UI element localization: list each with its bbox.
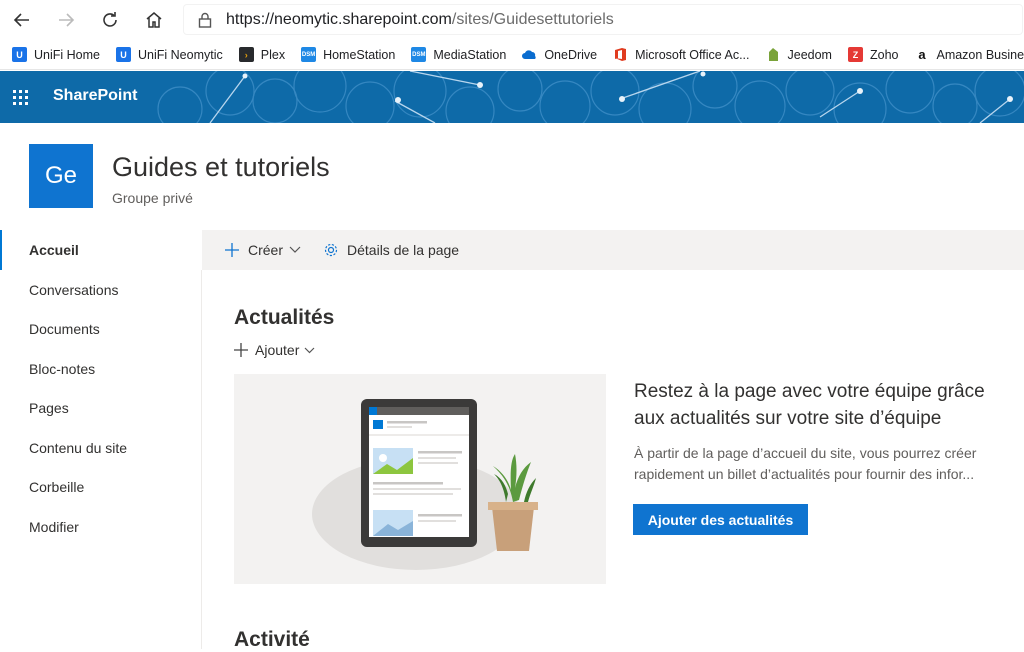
add-news-dropdown[interactable]: Ajouter xyxy=(234,342,322,358)
plex-icon: › xyxy=(238,47,254,62)
url-host: https://neomytic.sharepoint.com xyxy=(226,10,452,28)
back-arrow-icon xyxy=(13,13,29,27)
browser-toolbar: https://neomytic.sharepoint.com/sites/Gu… xyxy=(0,0,1024,40)
nav-item-documents[interactable]: Documents xyxy=(0,309,202,349)
create-label: Créer xyxy=(248,242,284,258)
news-illustration xyxy=(234,374,606,584)
amazon-icon: a xyxy=(918,47,926,62)
bookmark-onedrive[interactable]: OneDrive xyxy=(522,47,597,62)
nav-item-modifier[interactable]: Modifier xyxy=(0,507,202,547)
waffle-icon xyxy=(12,89,28,105)
url-path: /sites/Guidesettutoriels xyxy=(451,10,614,28)
suite-bar: SharePoint xyxy=(0,71,1024,123)
bookmark-label: Microsoft Office Ac... xyxy=(635,47,750,62)
refresh-button[interactable] xyxy=(88,0,132,40)
forward-arrow-icon xyxy=(59,13,75,27)
news-promo-text: À partir de la page d’accueil du site, v… xyxy=(634,445,977,482)
dsm-icon: DSM xyxy=(301,47,317,62)
site-subtitle: Groupe privé xyxy=(112,190,193,206)
add-news-button[interactable]: Ajouter des actualités xyxy=(633,504,808,535)
bookmark-label: UniFi Home xyxy=(34,47,100,62)
bookmark-unifi-neomytic[interactable]: U UniFi Neomytic xyxy=(116,47,223,62)
unifi-icon: U xyxy=(116,47,131,62)
page-details-button[interactable]: Détails de la page xyxy=(323,242,459,258)
url-text: https://neomytic.sharepoint.com/sites/Gu… xyxy=(226,11,614,29)
nav-item-contenu-du-site[interactable]: Contenu du site xyxy=(0,428,202,468)
dsm-icon: DSM xyxy=(411,47,427,62)
command-bar: Créer Détails de la page xyxy=(202,230,1024,270)
bookmark-label: Plex xyxy=(260,47,286,62)
bookmark-plex[interactable]: › Plex xyxy=(238,47,286,62)
site-logo[interactable]: Ge xyxy=(29,144,93,208)
nav-item-pages[interactable]: Pages xyxy=(0,388,202,428)
bookmark-label: Amazon Business xyxy=(936,47,1024,62)
bookmark-zoho[interactable]: Z Zoho xyxy=(847,47,899,62)
bookmark-label: MediaStation xyxy=(433,47,507,62)
home-icon xyxy=(146,12,162,28)
unifi-icon: U xyxy=(12,47,27,62)
refresh-icon xyxy=(103,12,117,27)
office-icon xyxy=(613,47,628,62)
page-details-label: Détails de la page xyxy=(347,242,460,258)
chevron-down-icon xyxy=(289,246,301,253)
add-label: Ajouter xyxy=(255,342,300,358)
jeedom-icon xyxy=(766,47,781,62)
lock-icon xyxy=(198,12,212,28)
site-title: Guides et tutoriels xyxy=(112,152,330,182)
create-button[interactable]: Créer xyxy=(224,242,309,258)
news-promo-title: Restez à la page avec votre équipe grâce… xyxy=(634,381,985,429)
nav-item-bloc-notes[interactable]: Bloc-notes xyxy=(0,349,202,389)
nav-item-conversations[interactable]: Conversations xyxy=(0,270,202,310)
zoho-icon: Z xyxy=(847,47,863,62)
left-navigation: Accueil Conversations Documents Bloc-not… xyxy=(0,230,202,649)
nav-item-accueil[interactable]: Accueil xyxy=(0,230,202,270)
bookmark-label: OneDrive xyxy=(544,47,598,62)
nav-item-corbeille[interactable]: Corbeille xyxy=(0,467,202,507)
bookmark-office[interactable]: Microsoft Office Ac... xyxy=(613,47,750,62)
address-bar[interactable]: https://neomytic.sharepoint.com/sites/Gu… xyxy=(183,4,1023,35)
bookmark-label: Zoho xyxy=(869,47,899,62)
header-pattern xyxy=(157,71,1024,123)
bookmark-label: HomeStation xyxy=(323,47,396,62)
bookmark-label: UniFi Neomytic xyxy=(138,47,223,62)
chevron-down-icon xyxy=(304,347,315,353)
bookmark-mediastation[interactable]: DSM MediaStation xyxy=(411,47,506,62)
home-button[interactable] xyxy=(132,0,176,40)
forward-button[interactable] xyxy=(44,0,88,40)
news-title: Actualités xyxy=(234,306,335,329)
app-launcher-button[interactable] xyxy=(0,71,40,123)
sharepoint-title[interactable]: SharePoint xyxy=(53,87,137,105)
bookmark-label: Jeedom xyxy=(787,47,832,62)
onedrive-icon xyxy=(522,47,537,62)
bookmark-amazon[interactable]: a Amazon Business xyxy=(914,47,1024,62)
bookmark-jeedom[interactable]: Jeedom xyxy=(766,47,832,62)
back-button[interactable] xyxy=(0,0,44,40)
plus-icon xyxy=(225,243,239,257)
bookmark-homestation[interactable]: DSM HomeStation xyxy=(301,47,395,62)
gear-icon xyxy=(324,243,338,257)
bookmark-unifi-home[interactable]: U UniFi Home xyxy=(12,47,100,62)
bookmarks-bar: U UniFi Home U UniFi Neomytic › Plex DSM Hom… xyxy=(0,40,1024,70)
activity-title: Activité xyxy=(234,628,310,651)
plus-icon xyxy=(234,343,248,357)
tablet-plant-illustration xyxy=(312,399,538,570)
